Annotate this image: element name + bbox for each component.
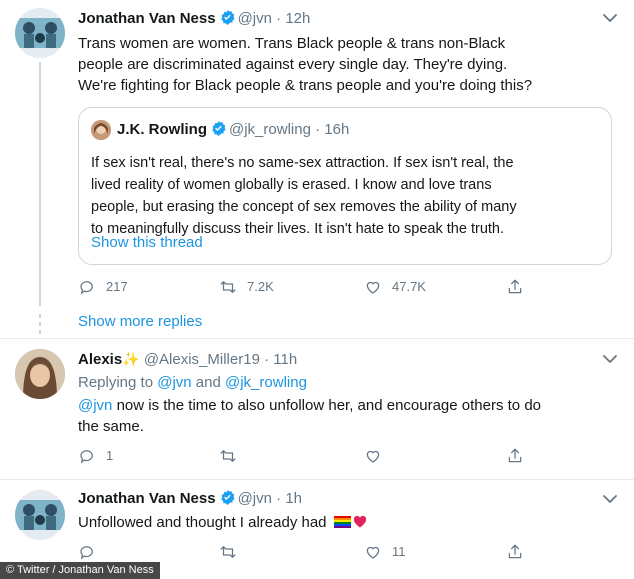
retweet-button[interactable] (219, 445, 247, 467)
avatar[interactable] (91, 120, 111, 140)
chevron-down-icon[interactable] (600, 8, 620, 28)
tweet-actions: 1 (78, 445, 538, 467)
reply-button[interactable]: 217 (78, 276, 128, 298)
share-button[interactable] (506, 445, 524, 467)
thread-dot (39, 322, 41, 326)
like-count: 11 (392, 544, 406, 559)
chevron-down-icon[interactable] (600, 489, 620, 509)
like-button[interactable] (364, 445, 392, 467)
verified-badge-icon (212, 121, 226, 136)
like-button[interactable]: 47.7K (364, 276, 426, 298)
separator: · (276, 490, 282, 507)
user-handle[interactable]: @Alexis_Miller19 (144, 351, 260, 368)
like-icon (366, 281, 380, 294)
image-credit-caption: © Twitter / Jonathan Van Ness (0, 562, 160, 579)
tweet-timestamp[interactable]: 16h (324, 121, 349, 138)
separator: · (315, 121, 321, 138)
avatar-image (15, 349, 65, 399)
tweet-text-line: Unfollowed and thought I already had (78, 514, 327, 531)
reply-icon (80, 450, 93, 464)
tweet-timestamp[interactable]: 11h (273, 351, 297, 368)
avatar[interactable] (15, 349, 65, 399)
share-button[interactable] (506, 276, 524, 298)
quoted-tweet-text: If sex isn't real, there's no same-sex a… (91, 152, 603, 240)
tweet-header: Alexis✨ @Alexis_Miller19 · 11h (78, 349, 297, 370)
tweet-header: Jonathan Van Ness @jvn · 1h (78, 489, 302, 509)
tweet-text-line: people are discriminated against every s… (78, 56, 508, 73)
chevron-down-icon[interactable] (600, 349, 620, 369)
like-button[interactable]: 11 (364, 541, 406, 563)
quoted-text-line: people, but erasing the concept of sex r… (91, 199, 517, 215)
avatar-image (15, 490, 65, 540)
share-button[interactable] (506, 541, 524, 563)
display-name[interactable]: Jonathan Van Ness (78, 10, 216, 27)
retweet-icon (220, 281, 236, 293)
thread-line (39, 62, 41, 306)
display-name[interactable]: J.K. Rowling (117, 121, 207, 138)
mention-link[interactable]: @jk_rowling (225, 374, 307, 391)
mention-link[interactable]: @jvn (78, 397, 112, 414)
share-icon (508, 448, 522, 463)
quoted-text-line: If sex isn't real, there's no same-sex a… (91, 155, 514, 171)
show-more-replies-link[interactable]: Show more replies (78, 312, 202, 332)
tweet-actions: 11 (78, 541, 538, 563)
verified-badge-icon (220, 10, 235, 25)
retweet-button[interactable]: 7.2K (219, 276, 274, 298)
avatar-image (91, 120, 111, 140)
retweet-icon (220, 450, 236, 462)
reply-count: 1 (106, 448, 114, 463)
reply-button[interactable]: 1 (78, 445, 113, 467)
replying-to-and: and (191, 374, 225, 391)
tweet-text-segment: now is the time to also unfollow her, an… (112, 397, 542, 414)
user-handle[interactable]: @jk_rowling (229, 121, 311, 138)
avatar-image (15, 8, 65, 58)
tweet-actions: 217 7.2K 47.7K (78, 276, 538, 298)
avatar[interactable] (15, 490, 65, 540)
rainbow-flag-emoji (333, 516, 351, 528)
thread-dot (39, 314, 41, 318)
reply-count: 217 (106, 279, 128, 294)
thread-dot (39, 330, 41, 334)
heart-emoji (353, 515, 366, 528)
tweet-text: Trans women are women. Trans Black peopl… (78, 33, 618, 96)
retweet-count: 7.2K (247, 279, 274, 294)
tweet-alexis-reply[interactable]: Alexis✨ @Alexis_Miller19 · 11h Replying … (0, 339, 634, 479)
avatar[interactable] (15, 8, 65, 58)
replying-to: Replying to @jvn and @jk_rowling (78, 372, 307, 393)
tweet-jvn-main[interactable]: Jonathan Van Ness @jvn · 12h Trans women … (0, 0, 634, 338)
show-this-thread-link[interactable]: Show this thread (91, 232, 203, 254)
display-name[interactable]: Jonathan Van Ness (78, 490, 216, 507)
replying-to-label: Replying to (78, 374, 158, 391)
user-handle[interactable]: @jvn (238, 490, 272, 507)
sparkles-emoji: ✨ (122, 351, 140, 367)
verified-badge-icon (220, 490, 235, 505)
mention-link[interactable]: @jvn (157, 374, 191, 391)
tweet-text: @jvn now is the time to also unfollow he… (78, 395, 618, 437)
tweet-text-line: @jvn now is the time to also unfollow he… (78, 395, 618, 416)
user-handle[interactable]: @jvn (238, 10, 272, 27)
like-count: 47.7K (392, 279, 426, 294)
like-icon (366, 546, 380, 559)
tweet-text-line: Trans women are women. Trans Black peopl… (78, 35, 506, 52)
retweet-icon (220, 546, 236, 558)
tweet-text-line: We're fighting for Black people & trans … (78, 77, 533, 94)
tweet-text-line: the same. (78, 418, 144, 435)
retweet-button[interactable] (219, 541, 247, 563)
reply-button[interactable] (78, 541, 106, 563)
separator: · (276, 10, 282, 27)
tweet-text: Unfollowed and thought I already had (78, 512, 618, 533)
quoted-tweet[interactable]: J.K. Rowling @jk_rowling · 16h If sex isn… (78, 107, 612, 265)
tweet-timestamp[interactable]: 12h (285, 10, 310, 27)
display-name[interactable]: Alexis (78, 351, 122, 368)
reply-icon (80, 546, 93, 560)
share-icon (508, 544, 522, 559)
like-icon (366, 450, 380, 463)
tweet-timestamp[interactable]: 1h (285, 490, 302, 507)
reply-icon (80, 281, 93, 295)
quoted-tweet-header: J.K. Rowling @jk_rowling · 16h (117, 120, 349, 140)
quoted-text-line: lived reality of women globally is erase… (91, 177, 492, 193)
tweet-header: Jonathan Van Ness @jvn · 12h (78, 9, 310, 29)
separator: · (264, 351, 270, 368)
share-icon (508, 279, 522, 294)
